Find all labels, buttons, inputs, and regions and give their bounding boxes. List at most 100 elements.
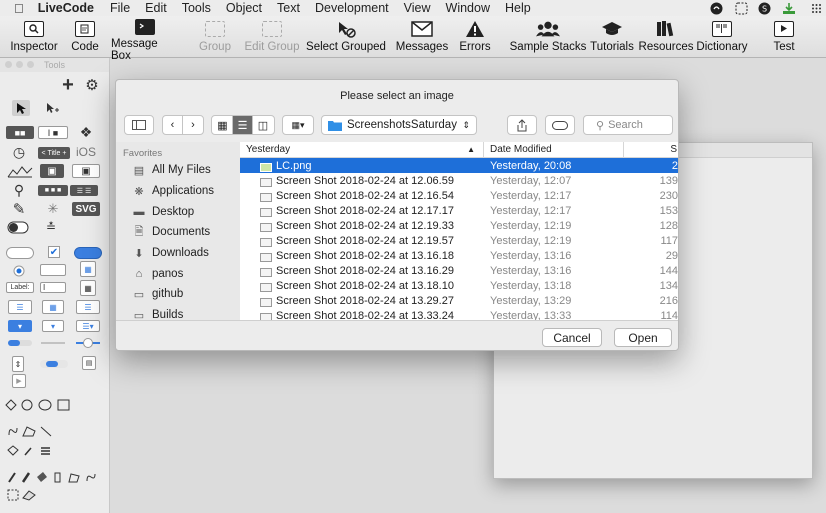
popup-menu-icon[interactable]: ▾ — [8, 320, 32, 332]
option-menu-icon[interactable]: ▾ — [42, 320, 64, 332]
radio-button-icon[interactable] — [12, 264, 26, 278]
default-button-icon[interactable] — [74, 247, 102, 259]
icon-view-button[interactable]: ▦ — [213, 116, 233, 134]
test-button[interactable]: Test — [768, 19, 800, 57]
scrollbar-icon[interactable] — [40, 358, 68, 370]
resources-button[interactable]: Resources — [638, 19, 694, 57]
progress-bar-icon[interactable] — [8, 338, 32, 348]
sidebar-toggle-button[interactable] — [124, 115, 154, 135]
sample-stacks-button[interactable]: Sample Stacks — [509, 19, 587, 57]
edit-group-button[interactable]: Edit Group — [243, 19, 301, 57]
checkbox-icon[interactable]: ✔ — [48, 246, 60, 258]
list-view-button[interactable]: ☰ — [233, 116, 253, 134]
file-row[interactable]: Screen Shot 2018-02-24 at 13.29.27 Yester… — [240, 294, 678, 309]
forward-button[interactable]: › — [183, 116, 203, 134]
skype-icon[interactable]: S — [756, 0, 772, 16]
browser-widget-icon[interactable]: ❖ — [78, 124, 94, 140]
menu-edit[interactable]: Edit — [145, 1, 167, 15]
zoom-icon[interactable] — [27, 61, 34, 68]
sidebar-item-panos[interactable]: ⌂ panos — [116, 263, 240, 284]
group-by-button[interactable]: ▦▾ — [282, 115, 314, 135]
menu-help[interactable]: Help — [505, 1, 531, 15]
data-grid-icon[interactable]: ☰ — [76, 300, 100, 314]
search-input[interactable]: ⚲ Search — [583, 115, 673, 135]
app-menu[interactable]: LiveCode — [38, 1, 94, 15]
label-field-icon[interactable]: Label: — [6, 282, 34, 293]
dictionary-button[interactable]: Dictionary — [695, 19, 749, 57]
sidebar-item-desktop[interactable]: ▬ Desktop — [116, 201, 240, 222]
minimize-icon[interactable] — [16, 61, 23, 68]
apple-icon[interactable]:  — [14, 1, 24, 16]
browse-tool-icon[interactable] — [12, 100, 30, 116]
share-button[interactable] — [507, 115, 537, 135]
scrolling-field-icon[interactable]: ▦ — [80, 280, 96, 296]
menu-object[interactable]: Object — [226, 1, 262, 15]
sidebar-item-github[interactable]: ▭ github — [116, 284, 240, 305]
combo-box-icon[interactable]: ☰▾ — [76, 320, 100, 332]
sidebar-item-documents[interactable]: 🗎 Documents — [116, 222, 240, 243]
signature-widget-icon[interactable]: ✎ — [8, 200, 30, 218]
file-row[interactable]: Screen Shot 2018-02-24 at 13.18.10 Yester… — [240, 279, 678, 294]
file-row[interactable]: Screen Shot 2018-02-24 at 12.16.54 Yester… — [240, 188, 678, 203]
separator-line-icon[interactable] — [40, 338, 66, 348]
file-row[interactable]: LC.png Yesterday, 20:08 2 — [240, 158, 678, 174]
messages-button[interactable]: Messages — [395, 19, 449, 57]
file-row[interactable]: Screen Shot 2018-02-24 at 13.16.18 Yester… — [240, 249, 678, 264]
android-button-icon[interactable]: ■■ — [6, 126, 34, 139]
select-grouped-button[interactable]: Select Grouped — [306, 19, 386, 57]
ios-widget-icon[interactable]: iOS — [72, 144, 100, 160]
sidebar-item-all-my-files[interactable]: ▤ All My Files — [116, 160, 240, 181]
svg-widget-icon[interactable]: SVG — [72, 202, 100, 216]
spinner-widget-icon[interactable]: ✳ — [44, 200, 62, 218]
tree-widget-icon[interactable]: ≛ — [44, 218, 58, 236]
table-field-icon[interactable]: ▦ — [42, 300, 64, 314]
nav-bar-icon[interactable]: ▣ — [40, 164, 64, 178]
location-popup[interactable]: ScreenshotsSaturday ⇕ — [321, 115, 477, 135]
switch-widget-icon[interactable] — [6, 220, 30, 234]
menu-text[interactable]: Text — [277, 1, 300, 15]
inspector-button[interactable]: Inspector — [8, 19, 60, 57]
file-row[interactable]: Screen Shot 2018-02-24 at 12.06.59 Yester… — [240, 173, 678, 188]
date-column-header[interactable]: Date Modified — [484, 142, 624, 157]
menu-tools[interactable]: Tools — [182, 1, 211, 15]
sidebar-item-downloads[interactable]: ⬇ Downloads — [116, 243, 240, 264]
map-pin-icon[interactable]: ⚲ — [10, 182, 28, 198]
gear-icon[interactable]: ⚙ — [84, 77, 100, 94]
file-row[interactable]: Screen Shot 2018-02-24 at 12.19.33 Yester… — [240, 218, 678, 233]
clock-widget-icon[interactable]: ◷ — [10, 144, 28, 160]
menu-development[interactable]: Development — [315, 1, 389, 15]
menu-view[interactable]: View — [404, 1, 431, 15]
tutorials-button[interactable]: Tutorials — [589, 19, 635, 57]
option-bar-icon[interactable]: ☰ ☰ — [70, 185, 98, 196]
android-field-icon[interactable]: I ■ — [38, 126, 68, 139]
stepper-icon[interactable]: ⇕ — [12, 356, 24, 372]
group-button[interactable]: Group — [196, 19, 234, 57]
message-box-button[interactable]: Message Box — [111, 19, 179, 62]
nav-field-icon[interactable]: ▣ — [72, 164, 100, 178]
file-row[interactable]: Screen Shot 2018-02-24 at 13.16.29 Yester… — [240, 264, 678, 279]
pointer-tool-icon[interactable] — [44, 100, 62, 116]
errors-button[interactable]: Errors — [456, 19, 494, 57]
text-field-icon[interactable]: I — [40, 282, 66, 293]
image-button-icon[interactable]: ▦ — [80, 261, 96, 277]
cancel-button[interactable]: Cancel — [542, 328, 602, 347]
file-row[interactable]: Screen Shot 2018-02-24 at 13.33.24 Yester… — [240, 309, 678, 320]
segmented-control-icon[interactable]: ■ ■ ■ — [38, 185, 68, 196]
close-icon[interactable] — [5, 61, 12, 68]
line-graph-icon[interactable] — [6, 164, 34, 178]
back-button[interactable]: ‹ — [163, 116, 183, 134]
sidebar-item-applications[interactable]: ❋ Applications — [116, 181, 240, 202]
file-row[interactable]: Screen Shot 2018-02-24 at 12.19.57 Yester… — [240, 233, 678, 248]
open-button[interactable]: Open — [614, 328, 672, 347]
menu-window[interactable]: Window — [446, 1, 490, 15]
header-bar-icon[interactable]: < Title + — [38, 147, 70, 159]
menu-file[interactable]: File — [110, 1, 130, 15]
slider-icon[interactable] — [76, 336, 100, 350]
plus-icon[interactable]: + — [60, 74, 76, 96]
tag-button[interactable] — [545, 115, 575, 135]
status-icon-1[interactable] — [708, 0, 724, 16]
rectangle-button-icon[interactable] — [40, 264, 66, 276]
list-field-icon[interactable]: ☰ — [8, 300, 32, 314]
download-status-icon[interactable] — [781, 0, 797, 16]
grid-status-icon[interactable] — [808, 0, 824, 16]
